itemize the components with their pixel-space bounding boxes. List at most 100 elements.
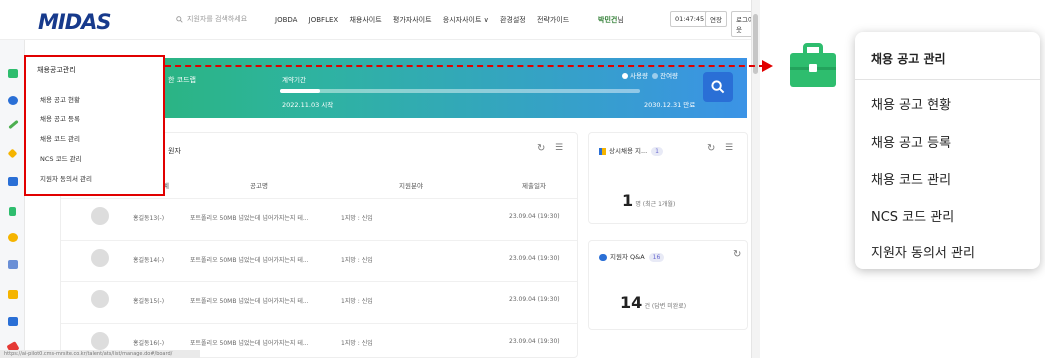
menu-item-code-manage[interactable]: 채용 코드 관리 — [40, 133, 80, 143]
popup-item-ncs-code[interactable]: NCS 코드 관리 — [871, 206, 954, 225]
contract-label: 계약기간 — [282, 76, 306, 84]
left-dot-icon — [652, 73, 659, 79]
document-icon[interactable] — [9, 207, 16, 216]
open-recruit-count-badge: 1 — [651, 147, 663, 156]
mail-icon[interactable] — [8, 290, 18, 299]
submit-date: 23.09.04 (19:30) — [509, 255, 560, 262]
legend-left: 잔여량 — [660, 72, 679, 80]
nav-strategy-guide[interactable]: 전략가이드 — [537, 15, 569, 25]
nav-evaluator-site[interactable]: 평가자사이트 — [393, 15, 432, 25]
printer-icon[interactable] — [8, 317, 18, 326]
open-recruit-card: 상시채용 지... 1 ↻ ☰ 1 명 (최근 1개월) — [588, 132, 748, 224]
search-box[interactable]: 지원자를 검색하세요 — [176, 14, 247, 24]
legend: 사용량 잔여량 — [622, 70, 678, 80]
open-recruit-header: 상시채용 지... 1 — [599, 145, 663, 156]
nav-settings[interactable]: 환경설정 — [500, 15, 526, 25]
zoomed-menu-popup: 채용 공고 관리 채용 공고 현황 채용 공고 등록 채용 코드 관리 NCS … — [855, 32, 1040, 269]
refresh-icon[interactable]: ↻ — [537, 143, 545, 154]
menu-item-notice-register[interactable]: 채용 공고 등록 — [40, 113, 80, 123]
avatar — [91, 332, 109, 350]
popup-divider — [855, 79, 1040, 80]
status-url: https://ai-pilot0.cms-mrsite.co.kr/talen… — [0, 350, 200, 358]
user-circle-icon[interactable] — [8, 96, 18, 105]
qna-stat: 14 건 (답변 미완료) — [620, 293, 686, 312]
top-nav: JOBDA JOBFLEX 채용사이트 평가자사이트 응시자사이트 ∨ 환경설정… — [275, 15, 578, 25]
popup-title: 채용 공고 관리 — [871, 52, 946, 66]
diamond-icon[interactable] — [7, 148, 18, 159]
nav-jobflex[interactable]: JOBFLEX — [309, 16, 339, 24]
briefcase-icon — [788, 43, 838, 91]
menu-title: 채용공고관리 — [37, 66, 76, 74]
session-timer: 01:47:45 — [670, 11, 710, 27]
contract-end: 2030.12.31 만료 — [644, 101, 696, 109]
applicant-name: 홍길동16(-) — [133, 340, 165, 347]
applied-field: 1지망 : 신입 — [341, 215, 373, 222]
contract-progress-fill — [280, 89, 320, 93]
table-row[interactable]: 홍길동13(-) 포트폴리오 50MB 넘었는데 넘어가지는지 테... 1지망… — [61, 198, 577, 234]
notice-title: 포트폴리오 50MB 넘었는데 넘어가지는지 테... — [190, 340, 309, 347]
notice-title: 포트폴리오 50MB 넘었는데 넘어가지는지 테... — [190, 298, 309, 305]
applied-field: 1지망 : 신입 — [341, 298, 373, 305]
qna-unit: 건 (답변 미완료) — [644, 303, 687, 310]
submit-date: 23.09.04 (19:30) — [509, 296, 560, 303]
open-recruit-unit: 명 (최근 1개월) — [635, 201, 676, 208]
app-screenshot: MIDAS 지원자를 검색하세요 JOBDA JOBFLEX 채용사이트 평가자… — [0, 0, 760, 358]
open-recruit-title: 상시채용 지... — [609, 147, 648, 155]
notice-title: 포트폴리오 50MB 넘었는데 넘어가지는지 테... — [190, 257, 309, 264]
submit-date: 23.09.04 (19:30) — [509, 338, 560, 345]
avatar — [91, 249, 109, 267]
open-recruit-value: 1 — [622, 191, 634, 210]
popup-item-notice-status[interactable]: 채용 공고 현황 — [871, 94, 951, 113]
contract-start: 2022.11.03 시작 — [282, 101, 334, 109]
nav-jobda[interactable]: JOBDA — [275, 16, 297, 24]
folder-icon[interactable] — [8, 177, 18, 186]
refresh-icon[interactable]: ↻ — [733, 249, 741, 260]
user-suffix: 님 — [617, 16, 624, 24]
filter-icon[interactable]: ☰ — [555, 143, 563, 153]
used-dot-icon — [622, 73, 628, 79]
table-row[interactable]: 홍길동15(-) 포트폴리오 50MB 넘었는데 넘어가지는지 테... 1지망… — [61, 281, 577, 317]
filter-icon[interactable]: ☰ — [725, 143, 733, 153]
popup-item-notice-register[interactable]: 채용 공고 등록 — [871, 132, 951, 151]
avatar — [91, 207, 109, 225]
open-recruit-stat: 1 명 (최근 1개월) — [622, 191, 675, 210]
extend-button[interactable]: 연장 — [705, 11, 727, 27]
refresh-icon[interactable]: ↻ — [707, 143, 715, 154]
submit-date: 23.09.04 (19:30) — [509, 213, 560, 220]
search-icon — [176, 15, 183, 23]
nav-applicant-site[interactable]: 응시자사이트 ∨ — [443, 15, 489, 25]
popup-item-consent[interactable]: 지원자 동의서 관리 — [871, 242, 975, 261]
bar-chart-icon — [599, 147, 606, 155]
menu-item-consent[interactable]: 지원자 동의서 관리 — [40, 173, 92, 183]
menu-item-ncs-code[interactable]: NCS 코드 관리 — [40, 153, 82, 163]
nav-recruit-site[interactable]: 채용사이트 — [349, 15, 381, 25]
pencil-icon[interactable] — [8, 119, 19, 130]
applied-field: 1지망 : 신입 — [341, 340, 373, 347]
qna-value: 14 — [620, 293, 643, 312]
header-date: 제출일자 — [522, 182, 546, 190]
midas-logo[interactable]: MIDAS — [38, 10, 112, 34]
menu-item-notice-status[interactable]: 채용 공고 현황 — [40, 94, 80, 104]
notice-title: 포트폴리오 50MB 넘었는데 넘어가지는지 테... — [190, 215, 309, 222]
applicant-name: 홍길동15(-) — [133, 298, 165, 305]
user-name: 박민건 — [598, 16, 618, 24]
applied-field: 1지망 : 신입 — [341, 257, 373, 264]
applicant-name: 홍길동13(-) — [133, 215, 165, 222]
sidebar-rail — [0, 40, 25, 358]
applicant-name: 홍길동14(-) — [133, 257, 165, 264]
banner-search-button[interactable] — [703, 72, 733, 102]
header-field: 지원분야 — [399, 182, 423, 190]
calendar-icon[interactable] — [8, 260, 18, 269]
legend-used: 사용량 — [630, 72, 648, 80]
chat-icon — [599, 253, 607, 261]
callout-arrowhead-icon — [762, 60, 773, 72]
briefcase-icon[interactable] — [8, 69, 18, 78]
search-placeholder: 지원자를 검색하세요 — [187, 15, 248, 23]
qna-count-badge: 16 — [648, 253, 665, 262]
badge-icon[interactable] — [8, 233, 18, 242]
popup-item-code-manage[interactable]: 채용 코드 관리 — [871, 169, 951, 188]
header-notice: 공고명 — [250, 182, 268, 190]
qna-card: 지원자 Q&A 16 ↻ 14 건 (답변 미완료) — [588, 240, 748, 330]
qna-header: 지원자 Q&A 16 — [599, 251, 665, 262]
table-row[interactable]: 홍길동14(-) 포트폴리오 50MB 넘었는데 넘어가지는지 테... 1지망… — [61, 240, 577, 276]
